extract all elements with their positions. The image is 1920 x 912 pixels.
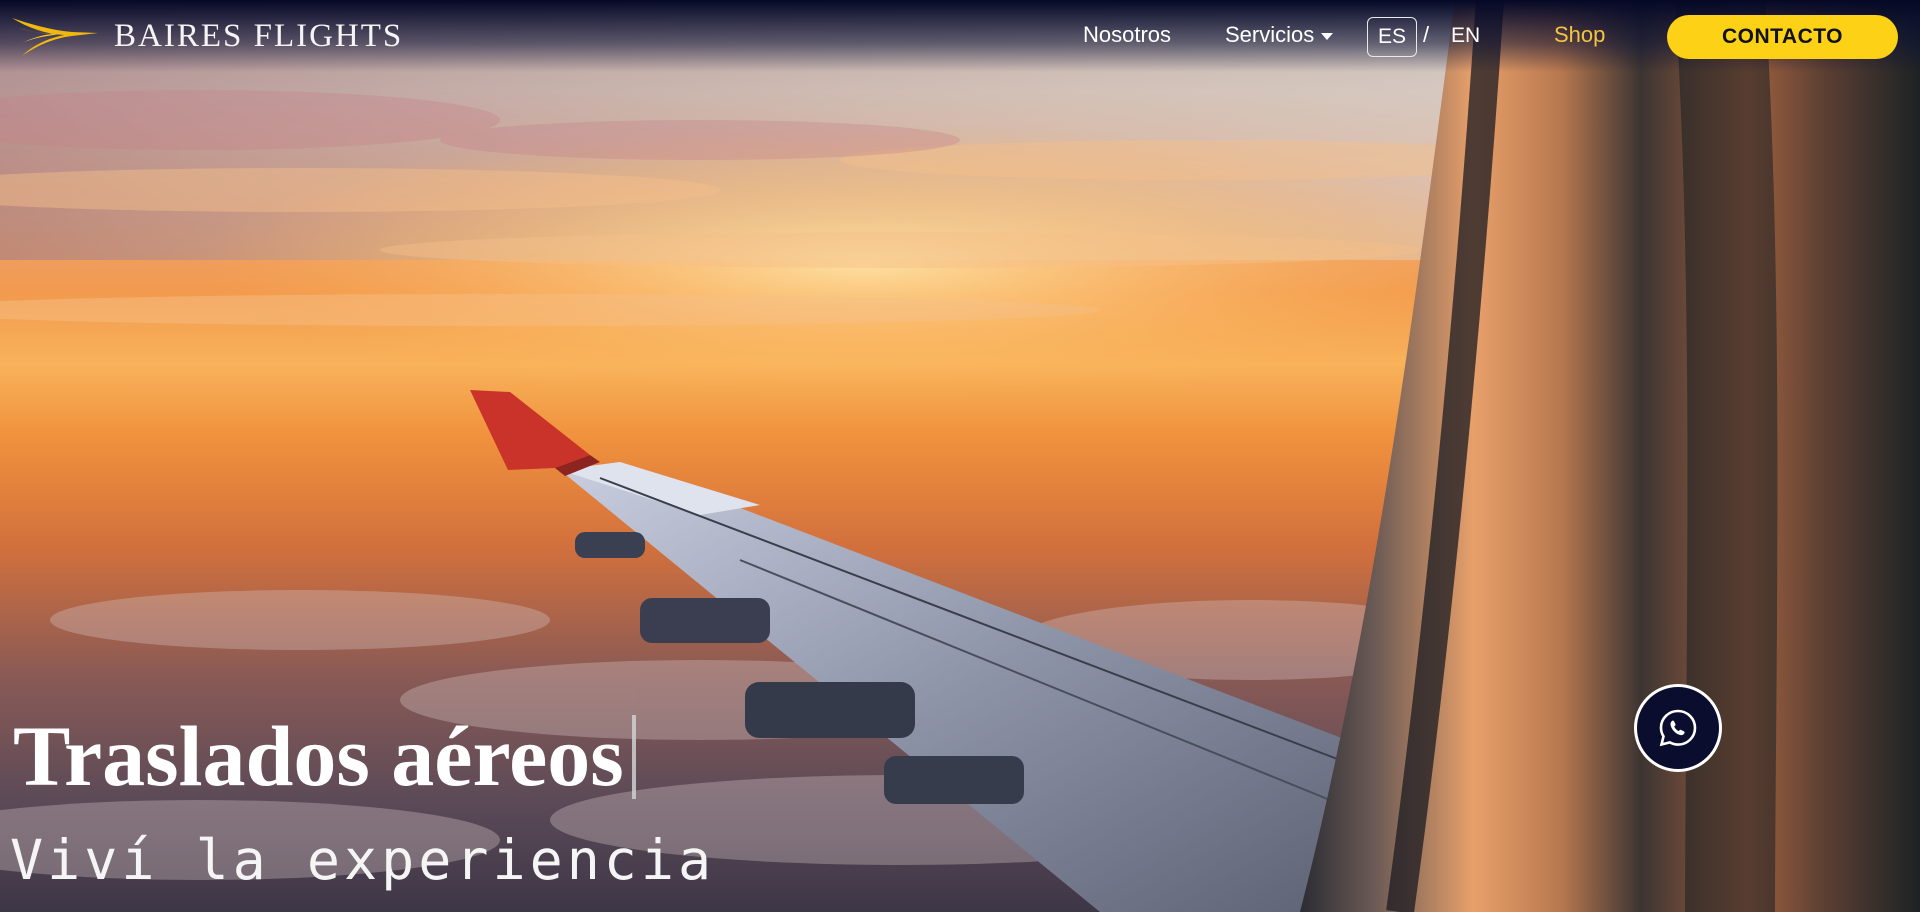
whatsapp-button[interactable] bbox=[1634, 684, 1722, 772]
nav-item-servicios[interactable]: Servicios bbox=[1225, 22, 1334, 48]
language-es-button[interactable]: ES bbox=[1367, 17, 1417, 57]
hero-subtitle: Viví la experiencia bbox=[10, 828, 716, 892]
nav-item-nosotros[interactable]: Nosotros bbox=[1083, 22, 1171, 48]
hero-title-text: Traslados aéreos bbox=[13, 708, 624, 804]
language-separator: / bbox=[1423, 22, 1430, 47]
hero-section: BAIRES FLIGHTS Nosotros Servicios ES / E… bbox=[0, 0, 1920, 912]
nav-item-servicios-label: Servicios bbox=[1225, 22, 1315, 47]
nav-item-shop[interactable]: Shop bbox=[1554, 22, 1605, 48]
language-en-button[interactable]: EN bbox=[1451, 24, 1480, 48]
whatsapp-icon bbox=[1659, 709, 1697, 747]
top-navigation-bar: BAIRES FLIGHTS Nosotros Servicios ES / E… bbox=[0, 0, 1920, 76]
main-nav: Nosotros Servicios ES / EN Shop CONTACTO bbox=[0, 0, 1920, 76]
chevron-down-icon bbox=[1321, 32, 1334, 40]
hero-title: Traslados aéreos bbox=[13, 713, 636, 799]
typing-cursor bbox=[631, 715, 636, 799]
contact-button[interactable]: CONTACTO bbox=[1667, 15, 1898, 59]
